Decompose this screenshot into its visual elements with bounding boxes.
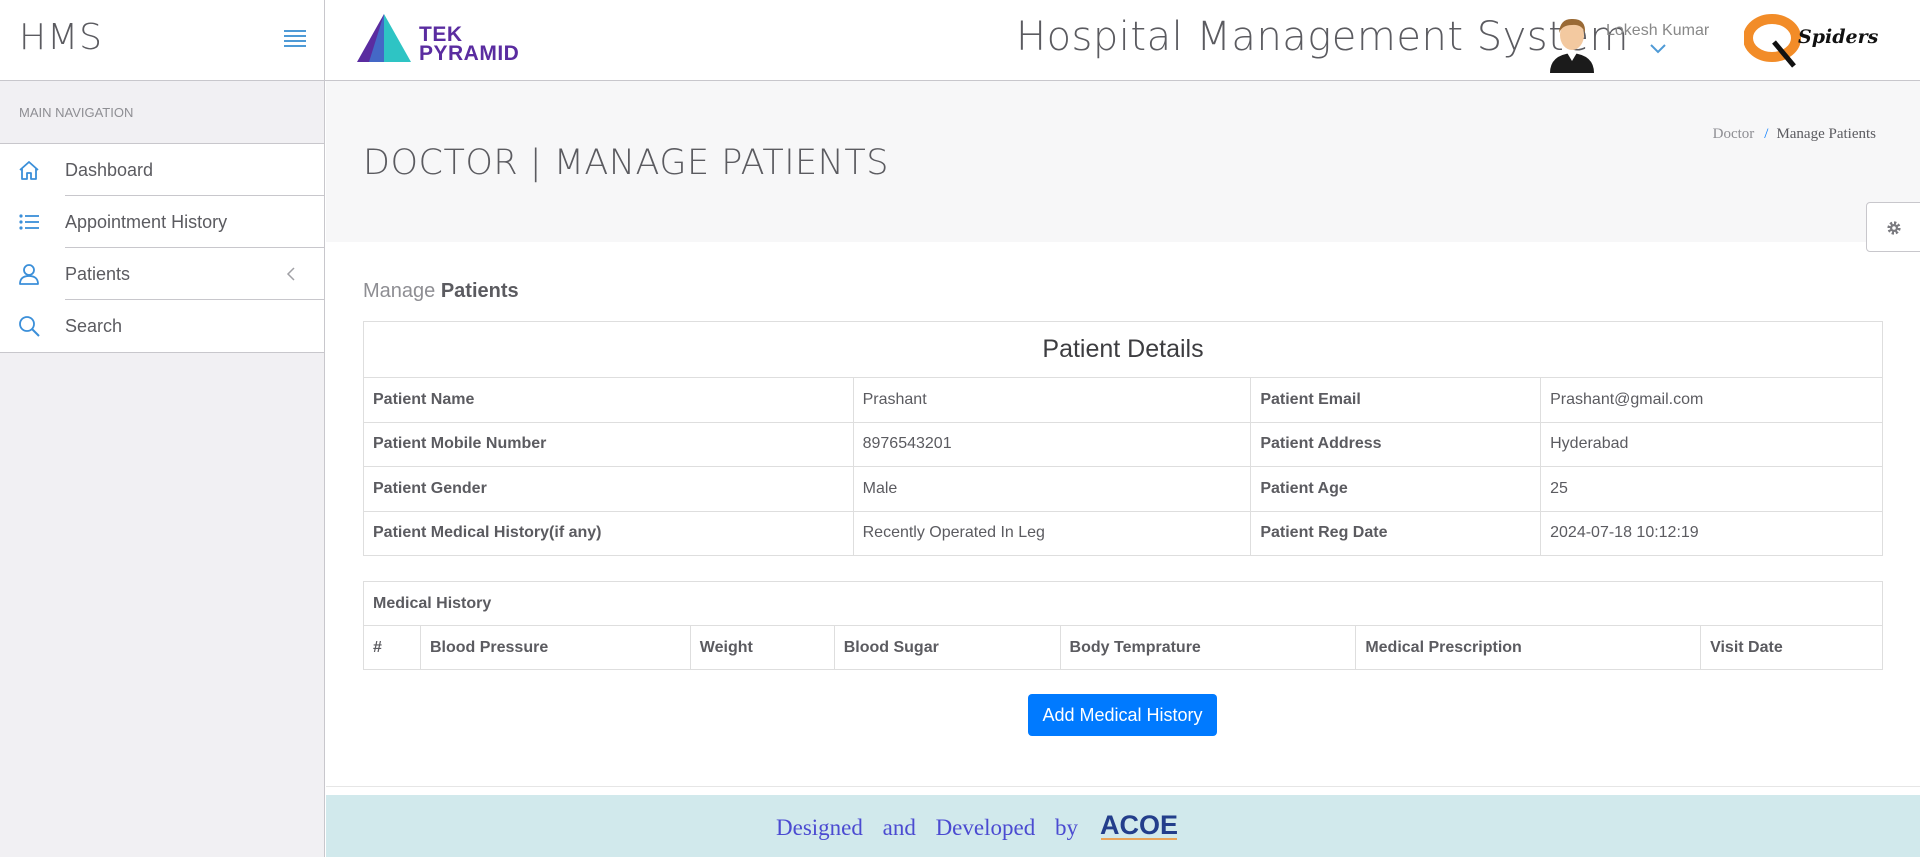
app-title: Hospital Management System <box>1016 14 1629 60</box>
user-icon <box>19 264 39 285</box>
divider <box>326 786 1920 787</box>
column-header[interactable]: Weight <box>689 625 835 670</box>
patient-details-table: Patient Details Patient Name Prashant Pa… <box>363 321 1883 556</box>
column-header[interactable]: Medical Prescription <box>1355 625 1702 670</box>
brand-area: HMS <box>0 0 325 80</box>
gear-icon <box>1887 221 1901 235</box>
table-caption: Patient Details <box>363 321 1883 378</box>
home-icon <box>19 161 39 180</box>
sidebar-item-dashboard[interactable]: Dashboard <box>0 144 324 196</box>
field-label: Patient Email <box>1250 377 1542 423</box>
sidebar-item-label: Appointment History <box>65 212 228 232</box>
acoe-logo-text: ACOE <box>1100 810 1178 840</box>
field-value: Male <box>852 466 1252 512</box>
nav-caption: MAIN NAVIGATION <box>0 81 324 144</box>
table-row: Patient Mobile Number 8976543201 Patient… <box>363 421 1883 467</box>
field-label: Patient Name <box>363 377 854 423</box>
footer-text: Designed and Developed by <box>776 815 1078 840</box>
footer: Designed and Developed by ACOE <box>326 795 1920 857</box>
table-row: Patient Gender Male Patient Age 25 <box>363 466 1883 512</box>
logo-line-2: PYRAMID <box>419 42 520 65</box>
field-value: Prashant@gmail.com <box>1540 377 1883 423</box>
sidebar: MAIN NAVIGATION Dashboard Appointment Hi… <box>0 81 325 857</box>
menu-toggle-icon[interactable] <box>284 30 306 47</box>
field-value: 25 <box>1540 466 1883 512</box>
page-title: DOCTOR | MANAGE PATIENTS <box>363 143 889 183</box>
column-header[interactable]: # <box>363 625 421 670</box>
pyramid-icon <box>357 14 411 62</box>
breadcrumb: Doctor / Manage Patients <box>1713 126 1876 143</box>
chevron-left-icon[interactable] <box>286 266 296 282</box>
tekpyramid-logo: TEK PYRAMID <box>355 12 535 66</box>
table-caption: Medical History <box>363 581 1883 626</box>
column-header[interactable]: Body Temprature <box>1059 625 1357 670</box>
brand-name[interactable]: HMS <box>19 17 103 58</box>
chevron-down-icon[interactable] <box>1649 42 1667 54</box>
list-icon <box>19 214 39 230</box>
section-title-bold: Patients <box>440 280 519 302</box>
section-title-light: Manage <box>363 280 436 302</box>
field-value: Recently Operated In Leg <box>852 510 1252 556</box>
qspiders-logo: Spiders <box>1743 12 1878 70</box>
table-row: Patient Name Prashant Patient Email Pras… <box>363 377 1883 423</box>
user-avatar[interactable] <box>1546 13 1598 73</box>
sidebar-item-patients[interactable]: Patients <box>0 248 324 300</box>
sidebar-item-label: Patients <box>65 264 131 284</box>
search-icon <box>19 316 40 337</box>
field-label: Patient Gender <box>363 466 854 512</box>
field-label: Patient Medical History(if any) <box>363 510 854 556</box>
breadcrumb-item-current: Manage Patients <box>1776 126 1876 142</box>
sidebar-item-search[interactable]: Search <box>0 300 324 352</box>
sidebar-item-label: Dashboard <box>65 160 154 180</box>
field-label: Patient Age <box>1250 466 1542 512</box>
sidebar-item-appointment-history[interactable]: Appointment History <box>0 196 324 248</box>
column-header[interactable]: Blood Pressure <box>419 625 691 670</box>
field-value: Hyderabad <box>1540 421 1883 467</box>
user-name[interactable]: Lokesh Kumar <box>1606 22 1709 40</box>
page-header: DOCTOR | MANAGE PATIENTS Doctor / Manage P… <box>326 81 1920 242</box>
column-header[interactable]: Visit Date <box>1700 625 1883 670</box>
field-label: Patient Address <box>1250 421 1542 467</box>
field-value: 2024-07-18 10:12:19 <box>1540 510 1883 556</box>
field-label: Patient Reg Date <box>1250 510 1542 556</box>
section-title: Manage Patients <box>363 280 519 303</box>
settings-toggle-button[interactable] <box>1866 202 1920 252</box>
table-row: Patient Medical History(if any) Recently… <box>363 510 1883 556</box>
field-label: Patient Mobile Number <box>363 421 854 467</box>
table-header-row: # Blood Pressure Weight Blood Sugar Body… <box>363 625 1883 670</box>
field-value: 8976543201 <box>852 421 1252 467</box>
top-navbar: HMS TEK PYRAMID Hospital Management Syst… <box>0 0 1920 81</box>
acoe-logo: ACOE <box>1099 808 1179 844</box>
qspiders-logo-text: Spiders <box>1798 26 1879 48</box>
sidebar-item-label: Search <box>65 316 123 336</box>
field-value: Prashant <box>852 377 1252 423</box>
add-medical-history-button[interactable]: Add Medical History <box>1028 694 1217 736</box>
column-header[interactable]: Blood Sugar <box>833 625 1061 670</box>
breadcrumb-item-doctor[interactable]: Doctor <box>1713 126 1755 142</box>
breadcrumb-separator: / <box>1764 126 1769 142</box>
nav-list: Dashboard Appointment History Patients S… <box>0 144 324 353</box>
medical-history-table: Medical History # Blood Pressure Weight … <box>363 581 1883 670</box>
